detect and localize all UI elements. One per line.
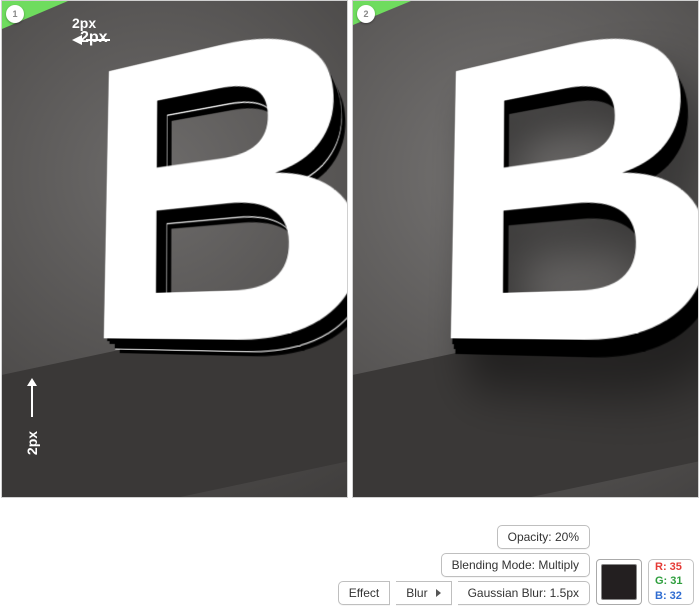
rgb-g: G: 31 — [655, 575, 687, 588]
effect-label: Effect — [349, 586, 379, 600]
step-number: 1 — [12, 9, 17, 19]
controls-panel: Opacity: 20% Blending Mode: Multiply Eff… — [338, 525, 694, 605]
letter-b: B B B B B B — [62, 23, 302, 473]
color-swatch — [601, 564, 637, 600]
offset-y-annotation: 2px — [20, 385, 44, 451]
rgb-r: R: 35 — [655, 561, 687, 574]
b-front-face: B — [78, 9, 309, 498]
blending-mode-button[interactable]: Blending Mode: Multiply — [441, 553, 590, 577]
offset-x-label-overlay: 2px — [80, 29, 108, 47]
chevron-right-icon — [436, 589, 441, 597]
opacity-button[interactable]: Opacity: 20% — [497, 525, 590, 549]
blending-label: Blending Mode: Multiply — [452, 558, 579, 572]
letter-b-extrude: B B B B — [425, 9, 656, 498]
offset-y-label: 2px — [24, 431, 40, 455]
preview-panel-1: 1 B B B B B B 2px 2px 2px — [1, 0, 348, 498]
step-number: 2 — [363, 9, 368, 19]
color-swatch-box[interactable] — [596, 559, 642, 605]
preview-panel-2: 2 B B B B — [352, 0, 699, 498]
letter-b-extrude: B B B B B B — [78, 9, 309, 498]
controls-left-col: Opacity: 20% Blending Mode: Multiply Eff… — [338, 525, 590, 605]
arrow-up-icon — [31, 385, 33, 417]
gaussian-blur-button[interactable]: Gaussian Blur: 1.5px — [458, 581, 590, 605]
b-front-face: B — [425, 9, 656, 498]
blur-submenu-button[interactable]: Blur — [396, 581, 451, 605]
effect-menu-button[interactable]: Effect — [338, 581, 390, 605]
step-badge: 1 — [6, 5, 24, 23]
letter-b: B B B B — [409, 23, 649, 473]
rgb-readout: R: 35 G: 31 B: 32 — [648, 559, 694, 605]
gaussian-label: Gaussian Blur: 1.5px — [468, 586, 579, 600]
step-badge: 2 — [357, 5, 375, 23]
rgb-b: B: 32 — [655, 590, 687, 603]
blur-label: Blur — [406, 586, 427, 600]
opacity-label: Opacity: 20% — [508, 530, 579, 544]
effect-row: Effect Blur Gaussian Blur: 1.5px — [338, 581, 590, 605]
preview-strip: 1 B B B B B B 2px 2px 2px — [0, 0, 700, 498]
